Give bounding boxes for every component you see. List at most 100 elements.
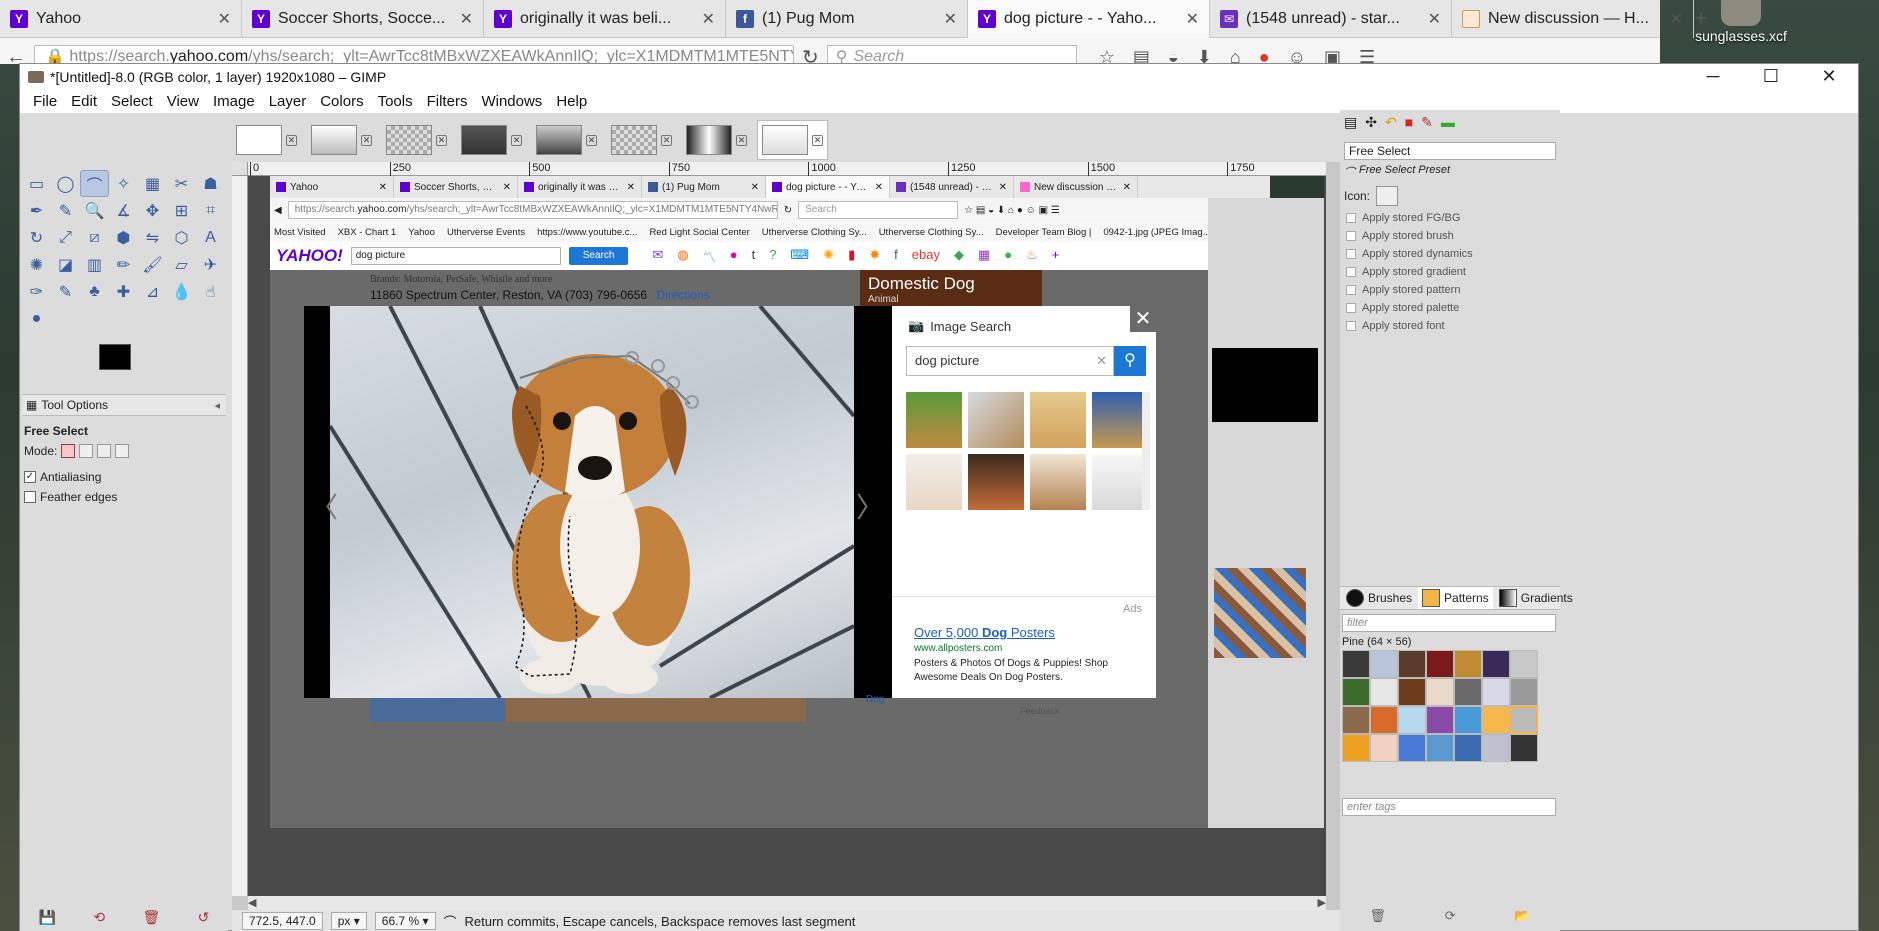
perspective-clone-tool-icon[interactable]: ⊿ [138,278,167,305]
browser-tab[interactable]: New discussion — H... ✕ [1452,0,1694,38]
preset-option-checkbox[interactable] [1346,231,1356,241]
image-tab[interactable]: ✕ [232,120,301,160]
reset-options-icon[interactable]: ↺ [198,909,210,926]
pattern-swatch[interactable] [1398,706,1426,734]
close-image-icon[interactable]: ✕ [361,134,372,146]
vertical-ruler[interactable] [232,176,248,896]
scale-tool-icon[interactable]: ⤢ [51,224,80,251]
align-tool-icon[interactable]: ⊞ [167,197,196,224]
preset-option-row[interactable]: Apply stored FG/BG [1346,212,1554,224]
mode-add-button[interactable] [79,444,94,458]
pattern-swatch[interactable] [1482,734,1510,762]
zoom-select[interactable]: 66.7 % ▾ [374,912,436,930]
tab-patterns[interactable]: Patterns [1418,587,1493,609]
feather-row[interactable]: Feather edges [24,490,228,504]
undo-history-icon[interactable]: ↶ [1385,114,1397,132]
menu-colors[interactable]: Colors [313,93,370,110]
smudge-tool-icon[interactable]: ☝ [196,278,225,305]
trash-icon[interactable]: 🗑 [1369,908,1386,924]
pattern-swatch[interactable] [1454,650,1482,678]
browser-tab[interactable]: Y Yahoo ✕ [0,0,242,38]
color-picker-tool-icon[interactable]: ✎ [51,197,80,224]
close-image-icon[interactable]: ✕ [286,134,297,146]
heal-tool-icon[interactable]: ✚ [109,278,138,305]
close-tab-icon[interactable]: ✕ [944,9,957,29]
measure-tool-icon[interactable]: ∡ [109,197,138,224]
preset-option-checkbox[interactable] [1346,249,1356,259]
preset-option-row[interactable]: Apply stored gradient [1346,266,1554,278]
menu-windows[interactable]: Windows [474,93,549,110]
pattern-swatch[interactable] [1370,734,1398,762]
mode-replace-button[interactable] [61,444,76,458]
preset-option-row[interactable]: Apply stored palette [1346,302,1554,314]
pattern-swatch[interactable] [1482,678,1510,706]
pattern-swatch[interactable] [1454,734,1482,762]
shear-tool-icon[interactable]: ⧄ [80,224,109,251]
image-tab[interactable]: ✕ [757,120,828,160]
image-tab[interactable]: ✕ [607,120,676,160]
minimize-icon[interactable]: ─ [1684,64,1742,90]
tab-gradients[interactable]: Gradients [1495,587,1577,609]
pattern-swatch[interactable] [1482,706,1510,734]
save-options-icon[interactable]: 💾 [39,909,56,926]
preset-icon-button[interactable] [1376,186,1399,206]
menu-file[interactable]: File [26,93,64,110]
images-icon[interactable]: ■ [1405,114,1413,132]
close-image-icon[interactable]: ✕ [812,134,823,146]
browser-tab[interactable]: f (1) Pug Mom ✕ [726,0,968,38]
pattern-swatch[interactable] [1426,734,1454,762]
pattern-swatch[interactable] [1342,678,1370,706]
bucket-fill-tool-icon[interactable]: ◪ [51,251,80,278]
paths-tool-icon[interactable]: ✒ [22,197,51,224]
close-image-icon[interactable]: ✕ [586,134,597,146]
maximize-icon[interactable]: ☐ [1742,64,1800,90]
pattern-swatch[interactable] [1426,706,1454,734]
menu-filters[interactable]: Filters [420,93,475,110]
pattern-swatch[interactable] [1426,650,1454,678]
open-folder-icon[interactable]: 📂 [1514,908,1530,924]
pattern-swatch[interactable] [1398,734,1426,762]
preset-option-checkbox[interactable] [1346,213,1356,223]
scroll-left-icon[interactable]: ◀ [248,897,256,909]
cage-tool-icon[interactable]: ⬡ [167,224,196,251]
scroll-right-icon[interactable]: ▶ [1318,896,1326,909]
pattern-swatch[interactable] [1510,678,1538,706]
paintbrush-tool-icon[interactable]: 🖌 [138,251,167,278]
pattern-swatch[interactable] [1370,706,1398,734]
pattern-swatch[interactable] [1482,650,1510,678]
browser-tab[interactable]: Y dog picture - - Yaho... ✕ [968,0,1210,38]
preset-option-row[interactable]: Apply stored brush [1346,230,1554,242]
blend-tool-icon[interactable]: ▥ [80,251,109,278]
close-tab-icon[interactable]: ✕ [702,9,715,29]
layers-icon[interactable]: ▤ [1344,114,1357,132]
mode-intersect-button[interactable] [115,444,130,458]
browser-tab[interactable]: Y originally it was beli... ✕ [484,0,726,38]
preset-option-checkbox[interactable] [1346,321,1356,331]
eraser-tool-icon[interactable]: ▱ [167,251,196,278]
preset-option-checkbox[interactable] [1346,267,1356,277]
free-select-tool-icon[interactable]: ⌒ [80,170,109,197]
close-image-icon[interactable]: ✕ [511,134,522,146]
close-tab-icon[interactable]: ✕ [1186,9,1199,29]
pattern-swatch[interactable] [1510,650,1538,678]
preset-name-field[interactable]: Free Select [1344,142,1556,160]
select-by-color-tool-icon[interactable]: ▦ [138,170,167,197]
close-tab-icon[interactable]: ✕ [218,9,231,29]
foreground-color-swatch[interactable] [99,344,131,370]
preset-option-row[interactable]: Apply stored dynamics [1346,248,1554,260]
horizontal-ruler[interactable]: 0 250 500 750 1000 1250 1500 1750 [248,162,1326,176]
pattern-swatch[interactable] [1510,706,1538,734]
preset-option-row[interactable]: Apply stored font [1346,320,1554,332]
preset-option-checkbox[interactable] [1346,285,1356,295]
clone-tool-icon[interactable]: ♣ [80,278,109,305]
dodge-burn-tool-icon[interactable]: ● [22,305,51,332]
rotate-tool-icon[interactable]: ↻ [22,224,51,251]
pencil-tool-icon[interactable]: ✏ [109,251,138,278]
pattern-swatch[interactable] [1510,734,1538,762]
pattern-swatch[interactable] [1342,706,1370,734]
antialiasing-row[interactable]: ✓ Antialiasing [24,470,228,484]
menu-image[interactable]: Image [206,93,262,110]
scissors-tool-icon[interactable]: ✂ [167,170,196,197]
close-image-icon[interactable]: ✕ [661,134,672,146]
rect-select-tool-icon[interactable]: ▭ [22,170,51,197]
